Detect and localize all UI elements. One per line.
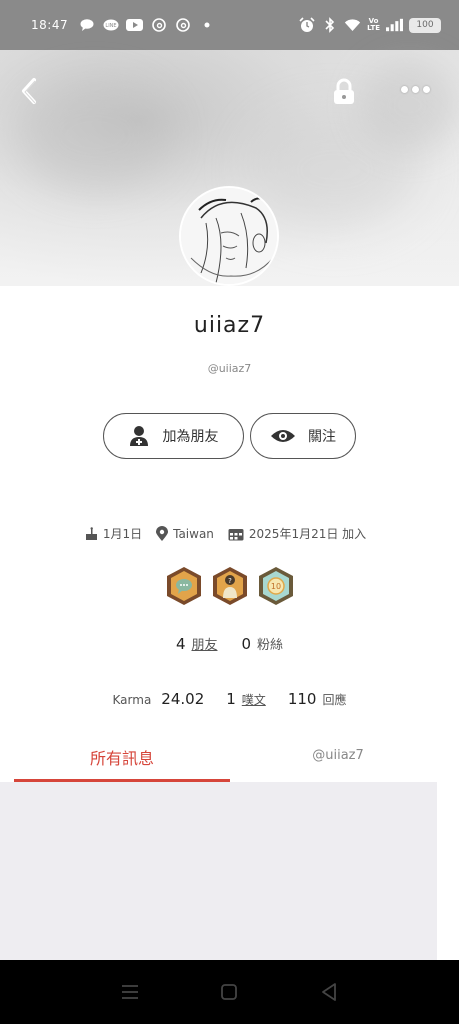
add-user-icon xyxy=(129,426,148,446)
system-navigation-bar xyxy=(0,960,459,1024)
follow-label: 關注 xyxy=(308,429,336,445)
dot-icon xyxy=(401,86,408,93)
user-handle: @uiiaz7 xyxy=(207,362,252,375)
activity-stats: Karma 24.02 1 噗文 110 回應 xyxy=(0,690,459,708)
posts-label: 噗文 xyxy=(241,693,266,707)
threads-icon xyxy=(150,18,167,32)
chevron-left-icon xyxy=(22,78,36,104)
location-pin-icon xyxy=(156,525,169,541)
back-nav-button[interactable] xyxy=(317,980,341,1004)
replies-label: 回應 xyxy=(322,693,347,707)
location-item: Taiwan xyxy=(156,525,214,542)
wifi-icon xyxy=(344,18,361,32)
bluetooth-icon xyxy=(321,17,338,33)
follow-button[interactable]: 關注 xyxy=(250,413,356,459)
status-bar: 18:47 LINE Vo LTE 100 xyxy=(0,0,459,50)
triangle-back-icon xyxy=(322,983,337,1001)
square-home-icon xyxy=(221,984,238,1000)
timeline-area[interactable] xyxy=(0,782,437,960)
cake-icon xyxy=(85,526,97,540)
battery-indicator: 100 xyxy=(409,17,441,33)
status-time: 18:47 xyxy=(31,18,69,32)
friends-link[interactable]: 朋友 xyxy=(191,634,217,653)
birthday-item: 1月1日 xyxy=(85,525,142,542)
svg-text:?: ? xyxy=(228,577,232,585)
youtube-icon xyxy=(126,18,144,32)
volte-icon: Vo LTE xyxy=(367,17,380,32)
eye-icon xyxy=(271,430,295,442)
dot-icon xyxy=(412,86,419,93)
friends-count: 4 xyxy=(175,635,186,653)
display-name: uiiaz7 xyxy=(193,313,266,338)
badges-row: ? 10 xyxy=(0,566,459,606)
posts-count: 1 xyxy=(226,690,236,708)
social-stats: 4 朋友 0 粉絲 xyxy=(0,634,459,653)
fans-count: 0 xyxy=(241,635,252,653)
dot-icon xyxy=(423,86,430,93)
avatar-sketch-icon xyxy=(181,188,277,284)
notification-icons: LINE xyxy=(78,18,215,32)
karma-label: Karma xyxy=(112,693,152,707)
add-friend-button[interactable]: 加為朋友 xyxy=(103,413,244,459)
recent-apps-button[interactable] xyxy=(118,980,142,1004)
joined-item: 2025年1月21日 加入 xyxy=(228,525,366,542)
karma-value: 24.02 xyxy=(161,690,205,708)
chat-bubble-icon xyxy=(78,18,95,32)
fans-label: 粉絲 xyxy=(257,638,284,653)
privacy-lock-button[interactable] xyxy=(331,78,357,106)
threads-icon-2 xyxy=(174,18,191,32)
line-app-icon: LINE xyxy=(102,18,119,32)
chat-badge-icon[interactable] xyxy=(165,566,203,606)
profile-tabs: 所有訊息 @uiiaz7 xyxy=(0,745,459,782)
profile-meta: 1月1日 Taiwan 2025年1月21日 加入 xyxy=(0,525,459,542)
location-text: Taiwan xyxy=(173,526,214,541)
more-notifications-dot-icon xyxy=(198,18,215,32)
menu-lines-icon xyxy=(121,985,138,999)
back-button[interactable] xyxy=(16,76,44,106)
joined-text: 2025年1月21日 加入 xyxy=(248,527,367,541)
birthday-text: 1月1日 xyxy=(102,527,143,541)
calendar-icon xyxy=(228,528,244,540)
svg-text:10: 10 xyxy=(270,582,280,591)
avatar[interactable] xyxy=(179,186,279,286)
question-badge-icon[interactable]: ? xyxy=(211,566,249,606)
svg-text:LINE: LINE xyxy=(105,23,116,29)
more-options-button[interactable] xyxy=(401,86,431,96)
lock-icon xyxy=(334,78,354,104)
signal-icon xyxy=(386,18,403,32)
home-button[interactable] xyxy=(217,980,241,1004)
tab-all-messages[interactable]: 所有訊息 xyxy=(14,745,230,782)
replies-count: 110 xyxy=(287,690,317,708)
profile-page: 18:47 LINE Vo LTE 100 uiiaz7 @uiiaz7 加為朋… xyxy=(0,0,459,1024)
alarm-icon xyxy=(298,17,315,32)
tab-user-posts[interactable]: @uiiaz7 xyxy=(230,745,446,782)
system-icons: Vo LTE 100 xyxy=(298,17,441,33)
ten-badge-icon[interactable]: 10 xyxy=(257,566,295,606)
add-friend-label: 加為朋友 xyxy=(162,429,219,445)
